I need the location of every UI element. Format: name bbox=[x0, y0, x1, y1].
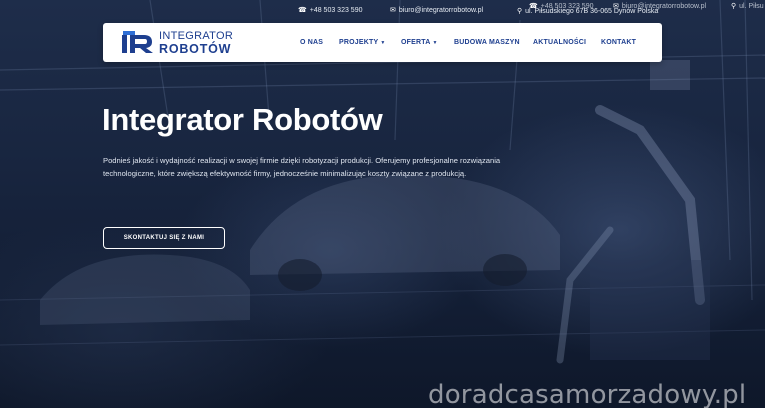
chevron-down-icon: ▼ bbox=[380, 39, 386, 46]
nav-item-label: O NAS bbox=[300, 39, 324, 46]
page-bottom-strip bbox=[0, 408, 765, 415]
topbar-email-duplicate: ✉ biuro@integratorrobotow.pl bbox=[613, 3, 706, 10]
map-marker-icon: ⚲ bbox=[731, 3, 737, 10]
envelope-icon: ✉ bbox=[613, 3, 619, 10]
topbar-phone-text: +48 503 323 590 bbox=[309, 7, 363, 14]
envelope-icon: ✉ bbox=[390, 7, 396, 14]
chevron-down-icon: ▼ bbox=[432, 39, 438, 46]
topbar-phone-duplicate-text: +48 503 323 590 bbox=[540, 3, 594, 10]
nav-item-label: AKTUALNOŚCI bbox=[533, 39, 587, 46]
topbar-address-duplicate-text: ul. Piłsu bbox=[739, 3, 764, 10]
phone-icon: ☎ bbox=[298, 7, 307, 14]
hero-description: Podnieś jakość i wydajność realizacji w … bbox=[103, 156, 501, 178]
topbar-email[interactable]: ✉ biuro@integratorrobotow.pl bbox=[390, 7, 483, 14]
topbar-phone[interactable]: ☎ +48 503 323 590 bbox=[298, 7, 362, 14]
factory-background-image bbox=[0, 0, 765, 364]
main-navigation-bar: INTEGRATOR ROBOTÓW O NAS PROJEKTY ▼ OFER… bbox=[103, 23, 662, 62]
nav-item-label: KONTAKT bbox=[601, 39, 637, 46]
nav-menu: O NAS PROJEKTY ▼ OFERTA ▼ BUDOWA MASZYN … bbox=[103, 23, 662, 62]
nav-item-oferta[interactable]: OFERTA ▼ bbox=[401, 39, 438, 46]
watermark-text: doradcasamorzadowy.pl bbox=[428, 380, 747, 410]
topbar-address-duplicate: ⚲ ul. Piłsu bbox=[731, 3, 764, 10]
phone-icon: ☎ bbox=[529, 3, 538, 10]
nav-item-aktualnosci[interactable]: AKTUALNOŚCI bbox=[533, 39, 586, 46]
hero-title: Integrator Robotów bbox=[102, 102, 383, 137]
hero-section: ☎ +48 503 323 590 ✉ biuro@integratorrobo… bbox=[0, 0, 765, 415]
topbar-phone-duplicate: ☎ +48 503 323 590 bbox=[529, 3, 593, 10]
topbar-email-text: biuro@integratorrobotow.pl bbox=[398, 7, 484, 14]
nav-item-label: OFERTA bbox=[401, 39, 431, 46]
nav-item-kontakt[interactable]: KONTAKT bbox=[601, 39, 636, 46]
nav-item-projekty[interactable]: PROJEKTY ▼ bbox=[339, 39, 386, 46]
nav-item-o-nas[interactable]: O NAS bbox=[300, 39, 323, 46]
contact-topbar: ☎ +48 503 323 590 ✉ biuro@integratorrobo… bbox=[0, 0, 765, 22]
topbar-email-duplicate-text: biuro@integratorrobotow.pl bbox=[621, 3, 707, 10]
map-marker-icon: ⚲ bbox=[517, 8, 523, 15]
nav-item-budowa-maszyn[interactable]: BUDOWA MASZYN bbox=[454, 39, 520, 46]
contact-us-button[interactable]: SKONTAKTUJ SIĘ Z NAMI bbox=[103, 227, 225, 249]
nav-item-label: PROJEKTY bbox=[339, 39, 379, 46]
nav-item-label: BUDOWA MASZYN bbox=[454, 39, 520, 46]
